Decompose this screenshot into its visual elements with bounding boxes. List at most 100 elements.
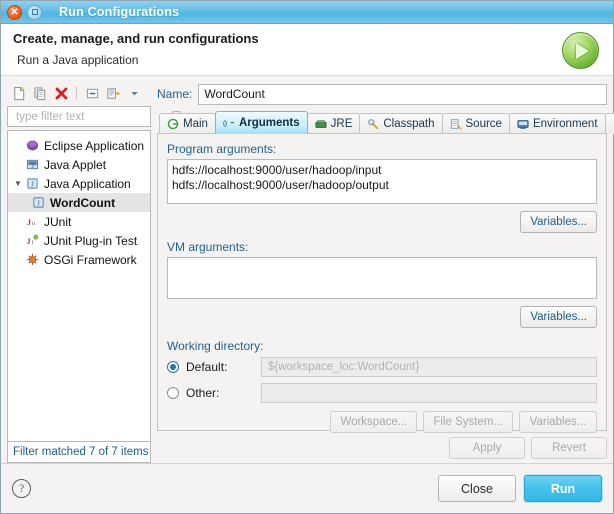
run-button[interactable]: Run	[524, 475, 602, 502]
configuration-editor-pane: Name: Main ()	[157, 82, 614, 463]
tree-item-label: Java Applet	[44, 157, 107, 172]
environment-tab-icon	[517, 118, 529, 130]
jre-tab-icon	[315, 118, 327, 130]
toolbar-separator	[76, 86, 77, 100]
tree-item-eclipse-application[interactable]: Eclipse Application	[8, 136, 150, 155]
delete-x-icon[interactable]	[52, 84, 70, 102]
tree-item-junit[interactable]: J u JUnit	[8, 212, 150, 231]
new-document-icon[interactable]	[10, 84, 28, 102]
tree-item-label: JUnit	[44, 214, 72, 229]
tab-bar: Main () Arguments JRE Classpath Source E…	[157, 111, 614, 134]
expand-arrow-expanded[interactable]: ▼	[14, 179, 24, 188]
svg-text:u: u	[32, 221, 35, 227]
chevron-down-icon[interactable]	[125, 84, 143, 102]
main-tab-icon	[167, 118, 179, 130]
collapse-all-icon[interactable]	[83, 84, 101, 102]
default-radio-label: Default:	[186, 360, 228, 374]
tab-label: Arguments	[238, 117, 300, 129]
apply-revert-row: Apply Revert	[157, 431, 607, 463]
source-tab-icon	[450, 118, 462, 130]
configuration-name-input[interactable]	[198, 83, 607, 105]
working-directory-buttons: Workspace... File System... Variables...	[167, 411, 597, 433]
run-play-icon	[562, 32, 599, 69]
tree-item-label: Java Application	[44, 176, 131, 191]
filter-icon[interactable]	[104, 84, 122, 102]
vm-variables-button[interactable]: Variables...	[520, 306, 597, 328]
tree-item-java-applet[interactable]: J Java Applet	[8, 155, 150, 174]
java-application-icon: J	[30, 195, 46, 211]
working-directory-variables-button[interactable]: Variables...	[519, 411, 597, 433]
program-variables-button[interactable]: Variables...	[520, 211, 597, 233]
classpath-tab-icon	[367, 118, 379, 130]
tree-item-junit-plugin-test[interactable]: J i JUnit Plug-in Test	[8, 231, 150, 250]
tab-label: JRE	[330, 118, 353, 130]
copy-icon[interactable]	[31, 84, 49, 102]
help-icon[interactable]: ?	[12, 479, 31, 498]
name-label: Name:	[157, 87, 193, 101]
vm-arguments-input[interactable]	[167, 257, 597, 299]
tree-item-label: JUnit Plug-in Test	[44, 233, 138, 248]
configurations-tree[interactable]: Eclipse Application J Java Applet ▼ J Ja…	[7, 130, 151, 442]
working-directory-other-row[interactable]: Other:	[167, 383, 597, 403]
tab-label: Main	[183, 118, 208, 130]
tree-item-wordcount[interactable]: J WordCount	[8, 193, 150, 212]
tab-label: Environment	[532, 118, 598, 130]
svg-text:J: J	[26, 237, 30, 246]
tab-label: Source	[465, 118, 502, 130]
svg-text:J: J	[31, 180, 34, 188]
apply-button[interactable]: Apply	[449, 437, 525, 459]
window-title: Run Configurations	[59, 5, 180, 19]
program-arguments-input[interactable]	[167, 159, 597, 204]
close-icon[interactable]: ✕	[7, 4, 22, 20]
run-configurations-dialog: ✕ Run Configurations Create, manage, and…	[0, 0, 614, 514]
dialog-body: ⊗ Eclipse Application	[1, 76, 614, 463]
vm-arguments-button-row: Variables...	[167, 306, 597, 328]
search-input[interactable]	[14, 109, 172, 124]
dialog-footer: ? Close Run	[1, 463, 613, 513]
tab-jre[interactable]: JRE	[306, 113, 361, 134]
other-radio-label: Other:	[186, 386, 220, 400]
java-application-icon: J	[24, 176, 40, 192]
other-radio[interactable]	[167, 387, 179, 399]
dialog-header: Create, manage, and run configurations R…	[1, 24, 613, 76]
svg-text:J: J	[26, 218, 30, 227]
close-button[interactable]: Close	[438, 475, 516, 502]
title-bar: ✕ Run Configurations	[1, 1, 613, 24]
tree-item-label: Eclipse Application	[44, 138, 145, 153]
filter-input-container[interactable]: ⊗	[7, 106, 181, 127]
tab-classpath[interactable]: Classpath	[359, 113, 443, 134]
configurations-pane: ⊗ Eclipse Application	[7, 82, 181, 463]
junit-plugin-icon: J i	[24, 233, 40, 249]
program-arguments-button-row: Variables...	[167, 211, 597, 233]
tab-source[interactable]: Source	[441, 113, 510, 134]
eclipse-icon	[24, 138, 40, 154]
default-directory-value: ${workspace_loc:WordCount}	[261, 357, 597, 377]
tab-common[interactable]: » 1	[604, 113, 614, 134]
arguments-tab-icon: ()	[223, 117, 235, 129]
svg-text:J: J	[31, 164, 33, 169]
revert-button[interactable]: Revert	[531, 437, 607, 459]
file-system-button[interactable]: File System...	[423, 411, 513, 433]
page-subtitle: Run a Java application	[17, 53, 139, 67]
other-directory-input[interactable]	[261, 383, 597, 403]
tab-main[interactable]: Main	[159, 113, 216, 134]
tree-toolbar	[7, 82, 151, 104]
tab-arguments[interactable]: () Arguments	[214, 111, 308, 134]
default-radio[interactable]	[167, 361, 179, 373]
tree-item-java-application[interactable]: ▼ J Java Application	[8, 174, 150, 193]
tree-item-osgi-framework[interactable]: OSGi Framework	[8, 250, 150, 269]
workspace-button[interactable]: Workspace...	[330, 411, 418, 433]
osgi-icon	[24, 252, 40, 268]
program-arguments-label: Program arguments:	[167, 142, 277, 156]
junit-icon: J u	[24, 214, 40, 230]
svg-text:(): ()	[223, 121, 227, 127]
page-title: Create, manage, and run configurations	[13, 31, 259, 46]
svg-text:i: i	[31, 240, 33, 246]
vm-arguments-label: VM arguments:	[167, 240, 249, 254]
tree-item-label: WordCount	[50, 195, 116, 210]
working-directory-label: Working directory:	[167, 339, 264, 353]
tab-environment[interactable]: Environment	[508, 113, 606, 134]
maximize-icon[interactable]	[27, 4, 42, 20]
working-directory-default-row[interactable]: Default: ${workspace_loc:WordCount}	[167, 357, 597, 377]
java-applet-icon: J	[24, 157, 40, 173]
